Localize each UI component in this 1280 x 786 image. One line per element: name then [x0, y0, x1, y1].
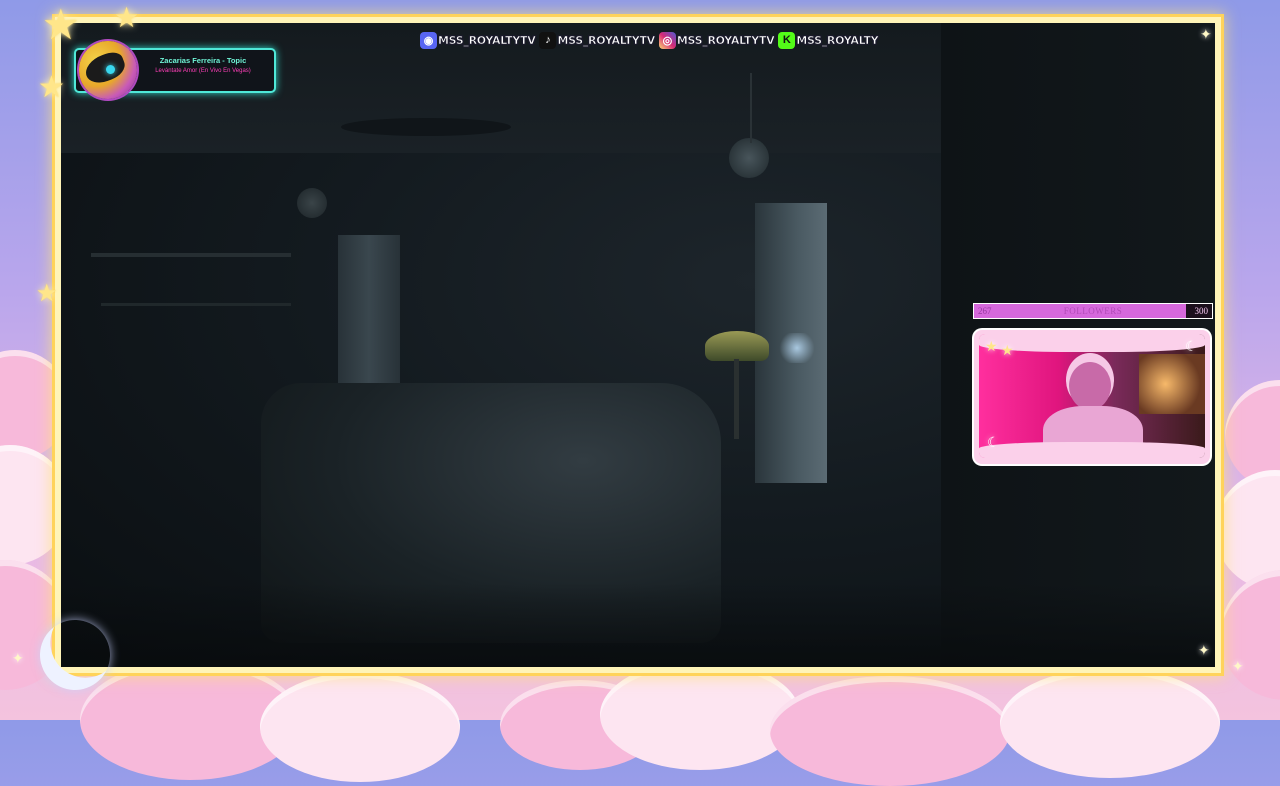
now-playing-subtitle: Levántate Amor (En Vivo En Vegas) [155, 68, 251, 74]
tiktok-icon: ♪ [539, 31, 557, 49]
social-handle: MSS_ROYALTYTV [557, 33, 655, 47]
social-handle: MSS_ROYALTY [796, 33, 879, 47]
album-art [79, 41, 137, 99]
bookshelf [91, 253, 291, 257]
sparkle-icon: ✦ [1198, 642, 1210, 658]
follower-goal-bar: 267 FOLLOWERS 300 [973, 303, 1213, 319]
sparkle-icon: ✦ [1200, 26, 1212, 42]
social-kick: K MSS_ROYALTY [778, 31, 879, 49]
social-handles-bar: ◉ MSS_ROYALTYTV ♪ MSS_ROYALTYTV ◎ MSS_RO… [420, 31, 879, 49]
star-icon: ★ [38, 71, 65, 104]
webcam-feed: ★ ★ ☾ ☾ [979, 334, 1205, 458]
star-icon: ★ [985, 338, 998, 354]
now-playing-title: Zacarias Ferreira - Topic [159, 56, 247, 65]
star-icon: ★ [114, 2, 140, 33]
sparkle-icon: ✦ [1232, 658, 1244, 674]
moon-icon: ☾ [987, 434, 1000, 450]
kick-icon: K [778, 31, 796, 49]
moon-icon: ☾ [1185, 338, 1198, 354]
social-tiktok: ♪ MSS_ROYALTYTV [539, 31, 655, 49]
star-icon: ★ [36, 280, 58, 307]
pendant-light [297, 188, 327, 218]
raven-icon [81, 48, 129, 88]
social-handle: MSS_ROYALTYTV [676, 33, 775, 47]
instagram-icon: ◎ [658, 31, 676, 49]
ceiling-fan [341, 118, 511, 136]
sparkle-icon: ✦ [12, 650, 24, 666]
discord-icon: ◉ [420, 31, 437, 49]
follower-goal-label: FOLLOWERS [1063, 306, 1123, 316]
social-discord: ◉ MSS_ROYALTYTV [420, 31, 536, 49]
star-icon: ★ [42, 1, 80, 48]
social-instagram: ◎ MSS_ROYALTYTV [658, 31, 775, 49]
pendant-light [729, 138, 769, 178]
social-handle: MSS_ROYALTYTV [438, 33, 536, 47]
star-icon: ★ [1001, 342, 1014, 358]
webcam-frame: ★ ★ ☾ ☾ [974, 330, 1210, 464]
table-lamp [705, 331, 769, 361]
follower-goal-target: 300 [1194, 306, 1209, 316]
